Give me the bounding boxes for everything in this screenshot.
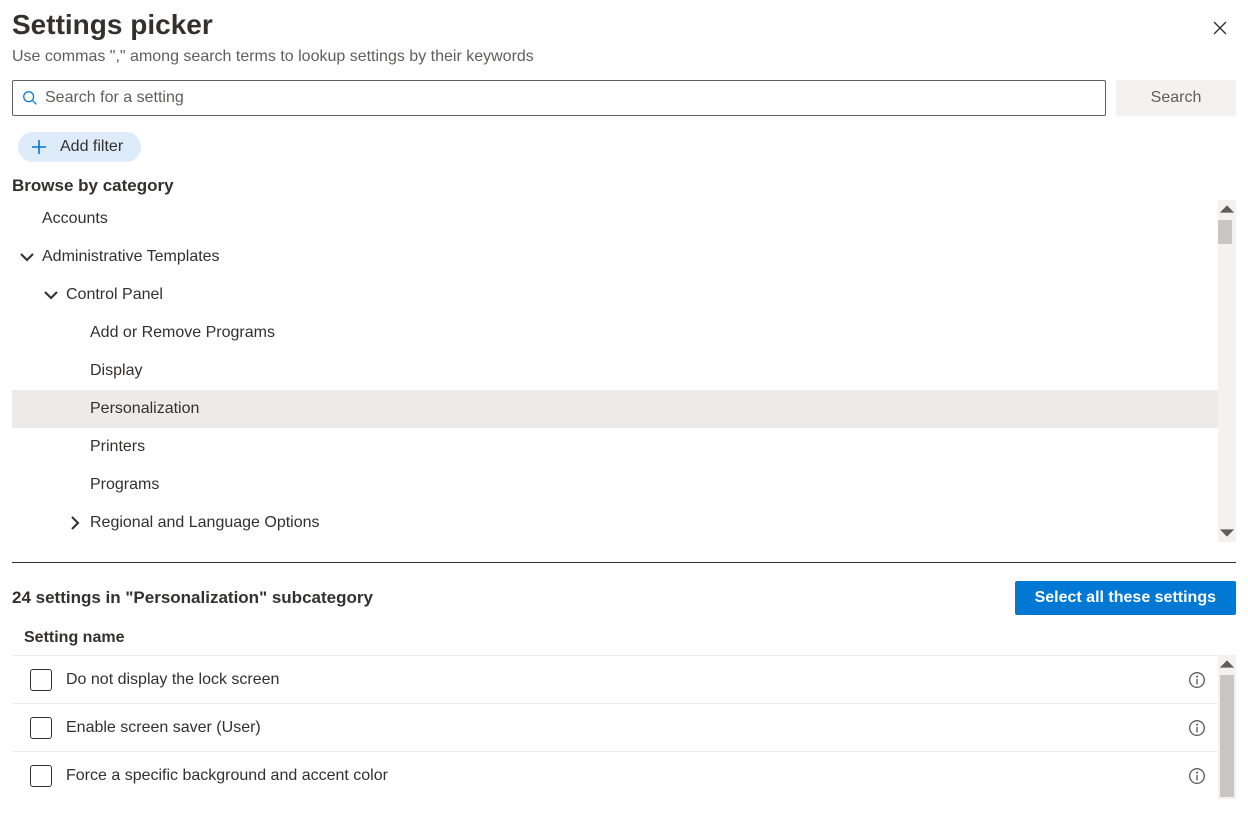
setting-checkbox[interactable]	[30, 717, 52, 739]
add-filter-button[interactable]: Add filter	[18, 132, 141, 162]
tree-item-display[interactable]: Display	[12, 352, 1218, 390]
section-divider	[12, 562, 1236, 563]
tree-item-printers[interactable]: Printers	[12, 428, 1218, 466]
tree-item-programs[interactable]: Programs	[12, 466, 1218, 504]
info-icon[interactable]	[1188, 719, 1206, 737]
list-scrollbar[interactable]	[1218, 655, 1236, 799]
search-icon	[21, 89, 39, 107]
scroll-thumb[interactable]	[1220, 675, 1234, 797]
plus-icon	[30, 138, 48, 156]
add-filter-label: Add filter	[60, 138, 123, 156]
tree-label: Programs	[90, 476, 159, 494]
settings-list: Do not display the lock screen Enable sc…	[12, 655, 1218, 799]
tree-item-admin-templates[interactable]: Administrative Templates	[12, 238, 1218, 276]
scroll-up-icon[interactable]	[1218, 200, 1236, 218]
setting-label: Enable screen saver (User)	[66, 719, 1188, 737]
scroll-thumb[interactable]	[1218, 220, 1232, 244]
category-tree: Accounts Administrative Templates Contro…	[12, 200, 1218, 542]
tree-item-accounts[interactable]: Accounts	[12, 200, 1218, 238]
tree-label: Printers	[90, 438, 145, 456]
scroll-down-icon[interactable]	[1218, 524, 1236, 542]
search-input[interactable]	[39, 89, 1097, 107]
setting-row[interactable]: Force a specific background and accent c…	[12, 751, 1218, 799]
tree-item-regional[interactable]: Regional and Language Options	[12, 504, 1218, 542]
setting-row[interactable]: Enable screen saver (User)	[12, 703, 1218, 751]
setting-checkbox[interactable]	[30, 765, 52, 787]
select-all-button[interactable]: Select all these settings	[1015, 581, 1236, 615]
tree-label: Control Panel	[66, 286, 163, 304]
info-icon[interactable]	[1188, 671, 1206, 689]
chevron-down-icon	[42, 286, 60, 304]
tree-item-personalization[interactable]: Personalization	[12, 390, 1218, 428]
search-box[interactable]	[12, 80, 1106, 116]
setting-checkbox[interactable]	[30, 669, 52, 691]
search-button[interactable]: Search	[1116, 80, 1236, 116]
tree-label: Add or Remove Programs	[90, 324, 275, 342]
close-icon	[1212, 20, 1228, 36]
tree-label: Accounts	[42, 210, 108, 228]
tree-label: Personalization	[90, 400, 199, 418]
tree-item-control-panel[interactable]: Control Panel	[12, 276, 1218, 314]
tree-label: Administrative Templates	[42, 248, 220, 266]
setting-label: Force a specific background and accent c…	[66, 767, 1188, 785]
browse-heading: Browse by category	[12, 176, 1236, 196]
setting-row[interactable]: Do not display the lock screen	[12, 655, 1218, 703]
panel-subtitle: Use commas "," among search terms to loo…	[12, 48, 1236, 66]
results-count: 24 settings in "Personalization" subcate…	[12, 588, 373, 608]
chevron-right-icon	[66, 514, 84, 532]
scroll-up-icon[interactable]	[1218, 655, 1236, 673]
tree-item-add-remove[interactable]: Add or Remove Programs	[12, 314, 1218, 352]
setting-label: Do not display the lock screen	[66, 671, 1188, 689]
tree-label: Regional and Language Options	[90, 514, 320, 532]
panel-title: Settings picker	[12, 8, 213, 42]
info-icon[interactable]	[1188, 767, 1206, 785]
column-setting-name[interactable]: Setting name	[12, 621, 1236, 655]
tree-scrollbar[interactable]	[1218, 200, 1236, 542]
close-button[interactable]	[1204, 12, 1236, 44]
tree-label: Display	[90, 362, 142, 380]
chevron-down-icon	[18, 248, 36, 266]
